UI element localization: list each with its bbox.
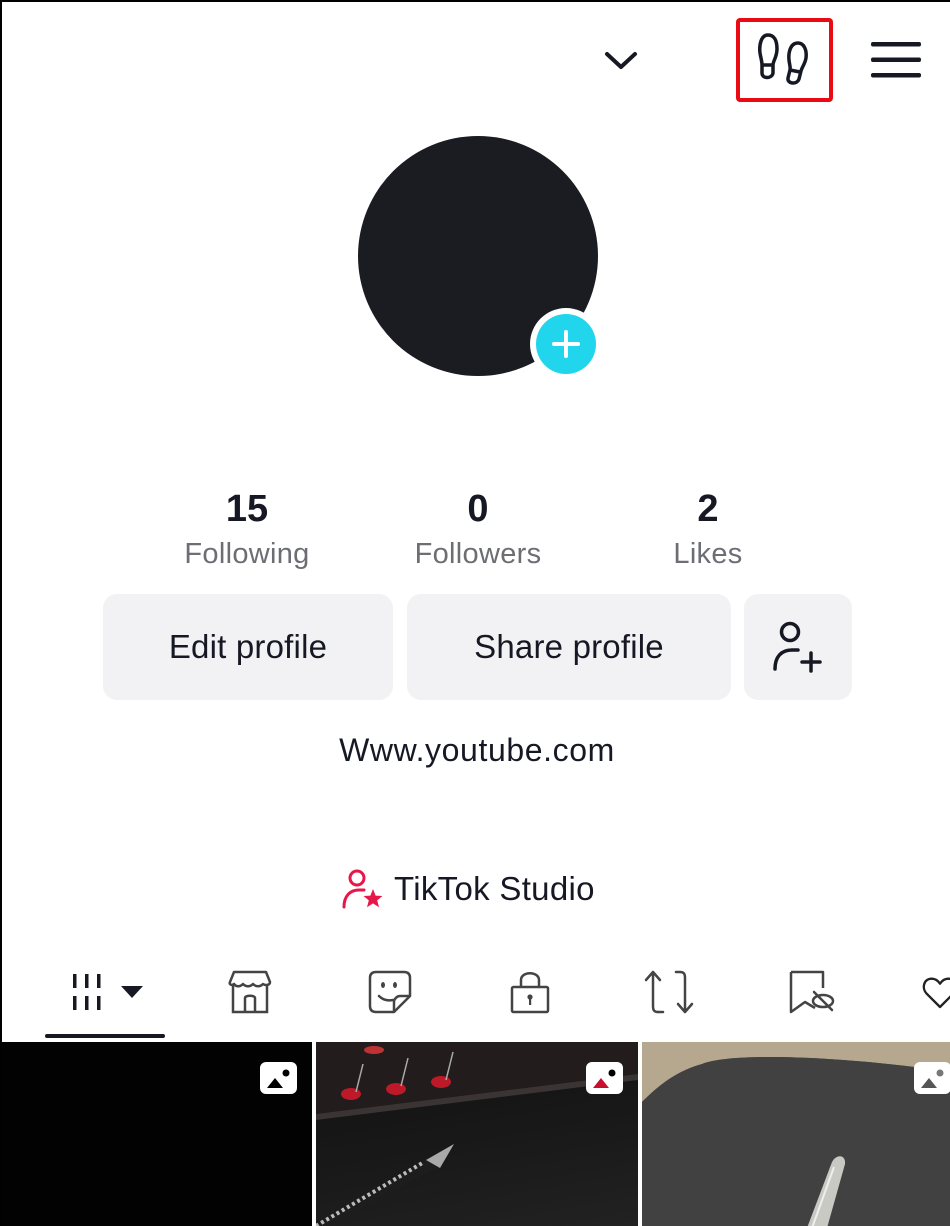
profile-stats: 15 Following 0 Followers 2 Likes [2,486,950,582]
storefront-icon [228,970,272,1014]
tab-videos[interactable] [62,960,152,1024]
content-tabs [2,952,950,1040]
tab-shop[interactable] [220,960,280,1024]
stat-following[interactable]: 15 Following [147,486,347,574]
heart-icon [922,977,950,1009]
following-count: 15 [225,488,269,530]
top-bar [2,2,950,112]
photo-icon [920,1069,943,1088]
tab-reposts[interactable] [640,960,700,1024]
add-friends-button[interactable] [744,594,852,700]
stat-followers[interactable]: 0 Followers [378,486,578,574]
add-user-icon [773,621,822,673]
chevron-down-icon [605,52,637,69]
tab-favorites[interactable] [782,960,842,1024]
grid-item[interactable] [316,1042,638,1226]
followers-count: 0 [467,488,489,530]
photo-badge [914,1062,950,1094]
share-profile-button[interactable]: Share profile [407,594,731,700]
add-avatar-button[interactable] [530,308,602,380]
dropdown-triangle-icon [121,986,143,998]
profile-views-button[interactable] [736,18,833,102]
menu-button[interactable] [864,34,928,86]
tab-private[interactable] [500,960,560,1024]
grid-bars-icon [73,974,101,1010]
likes-label: Likes [673,538,743,570]
photo-icon [592,1069,615,1088]
tiktok-studio-label: TikTok Studio [394,870,595,907]
following-label: Following [184,538,310,570]
hamburger-menu-icon [871,42,921,78]
likes-count: 2 [697,488,719,530]
content-grid [2,1042,950,1226]
tab-liked[interactable] [920,960,950,1024]
bookmark-hidden-icon [789,970,835,1014]
thumbnail-pen-mat [642,1042,950,1226]
sticker-icon [368,970,412,1014]
bio-link[interactable]: Www.youtube.com [2,732,950,769]
plus-icon [552,330,580,358]
grid-item[interactable] [2,1042,312,1226]
tiktok-studio-link[interactable]: TikTok Studio [342,864,595,914]
tab-stickers[interactable] [360,960,420,1024]
repost-icon [644,970,694,1014]
photo-icon [266,1069,289,1088]
account-switcher-button[interactable] [598,38,644,84]
profile-screen: 15 Following 0 Followers 2 Likes Edit pr… [0,0,950,1226]
lock-icon [510,972,550,1014]
photo-badge [260,1062,297,1094]
edit-profile-button[interactable]: Edit profile [103,594,393,700]
grid-item[interactable] [642,1042,950,1226]
creator-star-icon [342,869,383,909]
active-tab-indicator [45,1034,165,1038]
stat-likes[interactable]: 2 Likes [608,486,808,574]
footprints-icon [757,33,808,85]
photo-badge [586,1062,623,1094]
followers-label: Followers [414,538,542,570]
